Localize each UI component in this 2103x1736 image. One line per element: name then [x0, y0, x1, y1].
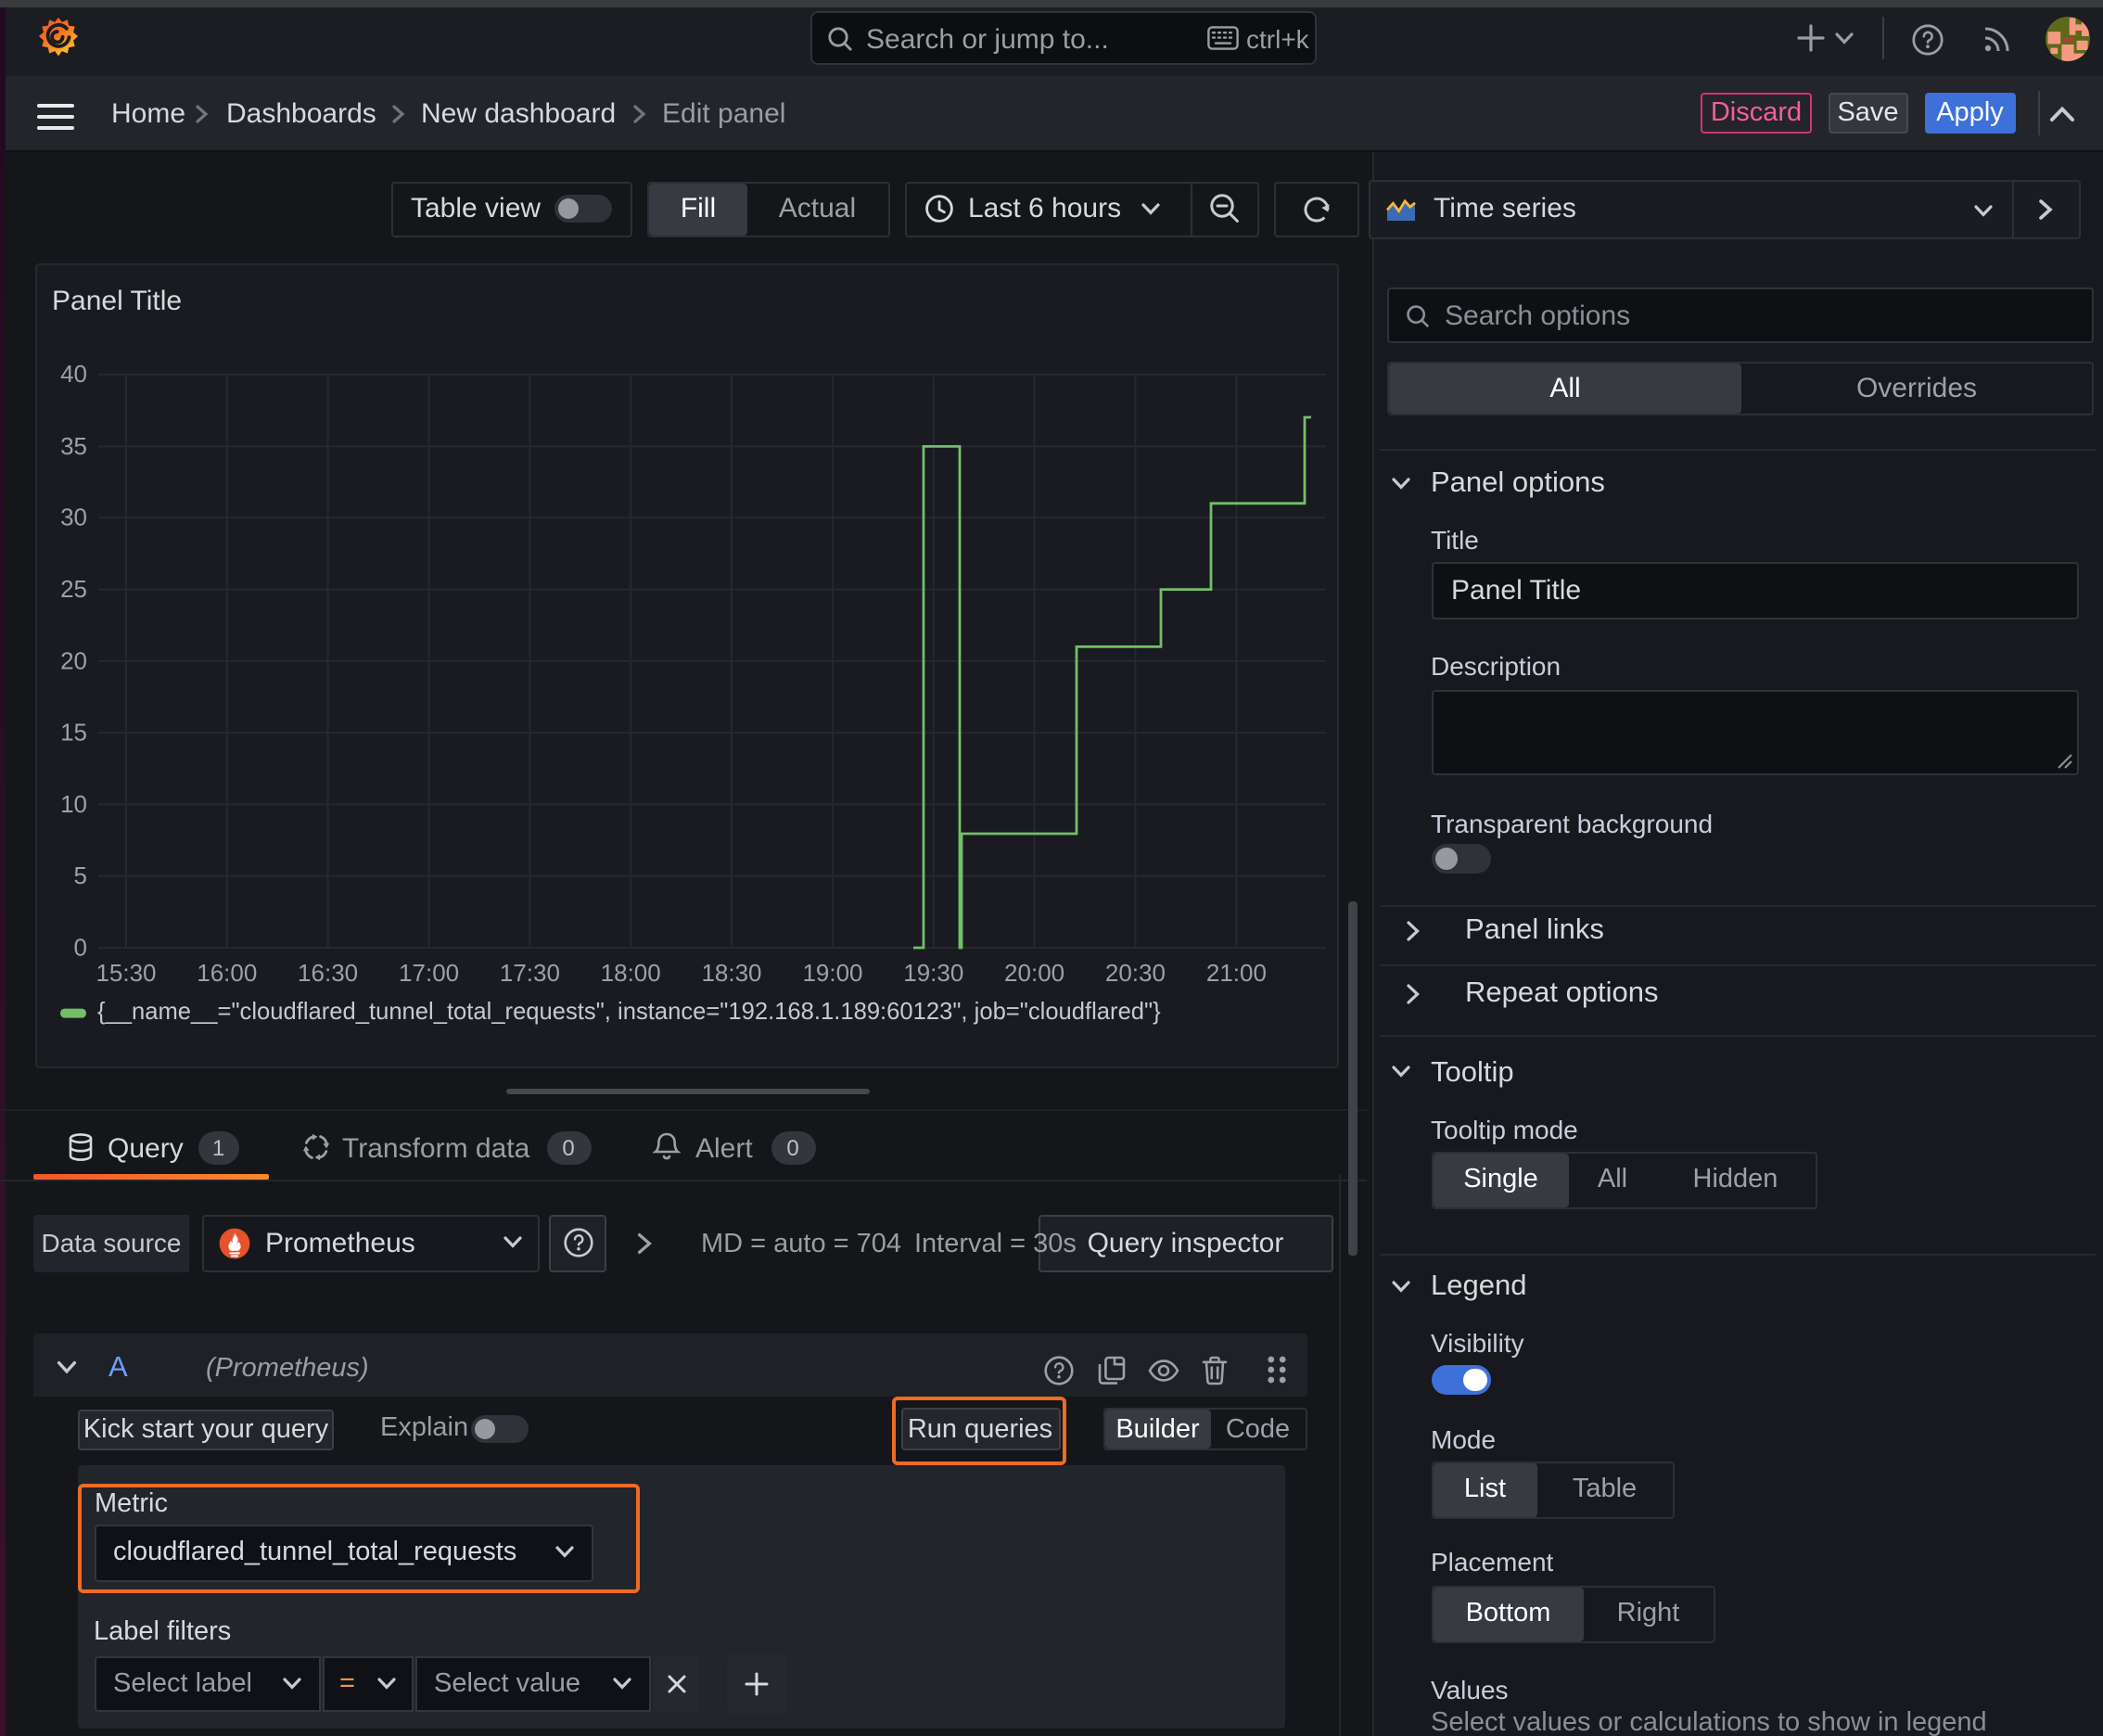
svg-text:16:30: 16:30 [298, 959, 358, 987]
svg-text:21:00: 21:00 [1206, 959, 1267, 987]
svg-text:0: 0 [74, 933, 87, 961]
svg-text:{__name__="cloudflared_tunnel_: {__name__="cloudflared_tunnel_total_requ… [97, 999, 1161, 1025]
svg-text:17:00: 17:00 [399, 959, 459, 987]
svg-text:20: 20 [60, 646, 87, 674]
svg-text:17:30: 17:30 [500, 959, 560, 987]
svg-text:15:30: 15:30 [96, 959, 156, 987]
svg-text:19:00: 19:00 [802, 959, 862, 987]
svg-text:40: 40 [60, 360, 87, 388]
svg-text:35: 35 [60, 432, 87, 460]
svg-text:20:00: 20:00 [1004, 959, 1064, 987]
svg-text:25: 25 [60, 575, 87, 603]
svg-text:18:30: 18:30 [701, 959, 761, 987]
svg-text:Panel Title: Panel Title [52, 286, 182, 316]
svg-text:10: 10 [60, 790, 87, 818]
svg-text:19:30: 19:30 [903, 959, 963, 987]
svg-text:18:00: 18:00 [601, 959, 661, 987]
svg-text:16:00: 16:00 [197, 959, 257, 987]
svg-text:15: 15 [60, 719, 87, 747]
svg-text:5: 5 [74, 862, 87, 889]
svg-text:30: 30 [60, 504, 87, 531]
svg-text:20:30: 20:30 [1105, 959, 1166, 987]
